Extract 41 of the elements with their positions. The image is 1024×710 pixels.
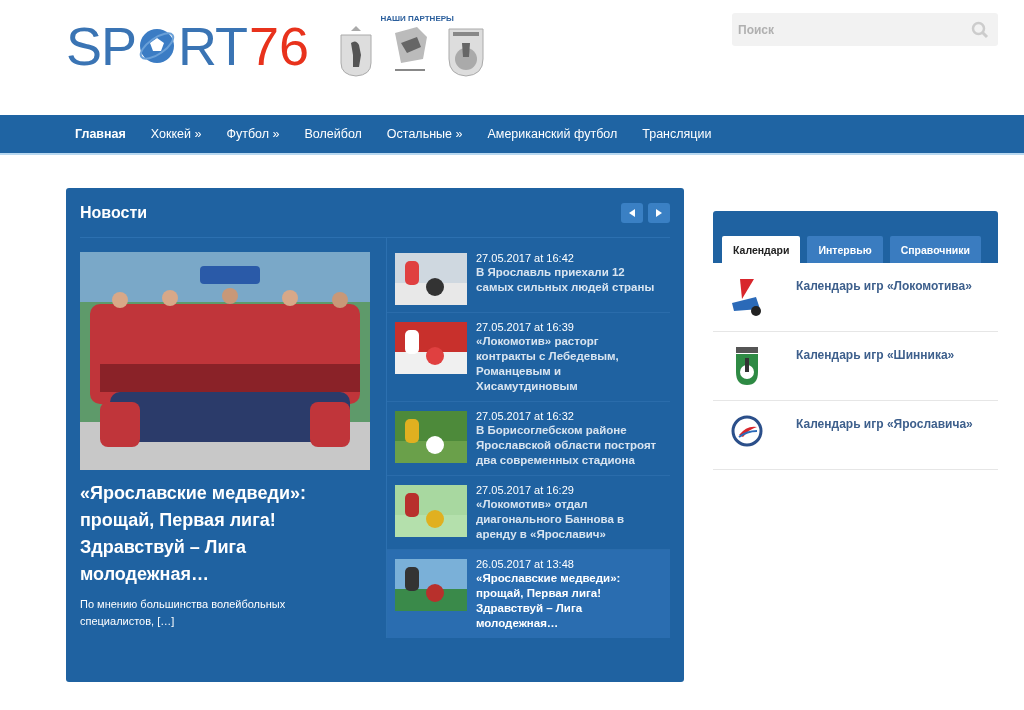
news-item[interactable]: 27.05.2017 at 16:29 «Локомотив» отдал диагонального Баннова в аренду в «Ярославич» (387, 476, 670, 550)
nav-link[interactable]: Футбол » (226, 127, 280, 141)
tab[interactable]: Календари (722, 236, 801, 263)
tab[interactable]: Интервью (807, 236, 883, 263)
news-title[interactable]: «Ярославские медведи»: прощай, Первая лига! Здравствуй – Лига молодежная… (476, 571, 660, 631)
nav-link[interactable]: Американский футбол (487, 127, 618, 141)
calendar-link[interactable]: Календарь игр «Локомотива» (796, 279, 972, 293)
bear-shield-icon[interactable] (339, 25, 374, 77)
news-date: 27.05.2017 at 16:32 (476, 409, 574, 423)
nav-link[interactable]: Остальные » (386, 127, 463, 141)
nav-link[interactable]: Трансляции (642, 127, 712, 141)
site-logo[interactable]: SP RT76 (66, 18, 310, 74)
news-title[interactable]: «Локомотив» расторг контракты с Лебедевым, Романцевым и Хисамутдиновым (476, 334, 660, 394)
calendar-link[interactable]: Календарь игр «Шинника» (796, 348, 955, 362)
news-title[interactable]: В Ярославль приехали 12 самых сильных людей страны (476, 265, 660, 295)
news-date: 27.05.2017 at 16:39 (476, 320, 574, 334)
news-item[interactable]: 27.05.2017 at 16:32 В Борисоглебском районе Ярославской области построят два современных стадиона (387, 402, 670, 476)
tab[interactable]: Справочники (889, 236, 981, 263)
news-item[interactable]: 27.05.2017 at 16:39 «Локомотив» расторг контракты с Лебедевым, Романцевым и Хисамутдиновым (387, 313, 670, 402)
nav-link[interactable]: Хоккей » (150, 127, 202, 141)
right-triangle-icon (656, 208, 662, 217)
news-date: 27.05.2017 at 16:29 (476, 483, 574, 497)
nav-link[interactable]: Главная (75, 127, 126, 141)
headline-link[interactable]: «Ярославские медведи»: прощай, Первая лига! Здравствуй – Лига молодежная… (80, 480, 370, 588)
nav-link[interactable]: Волейбол (304, 127, 362, 141)
left-triangle-icon (629, 208, 635, 217)
next-button[interactable] (648, 202, 670, 223)
club-shield-icon[interactable] (447, 25, 486, 77)
news-date: 26.05.2017 at 13:48 (476, 557, 574, 571)
team-logo-icon (729, 415, 765, 447)
excerpt: По мнению большинства волейбольных специалистов, […] (80, 597, 287, 629)
news-title[interactable]: В Борисоглебском районе Ярославской области построят два современных стадиона (476, 423, 660, 468)
calendar-link[interactable]: Календарь игр «Ярославича» (796, 417, 973, 431)
news-item[interactable]: 27.05.2017 at 16:42 В Ярославль приехали 12 самых сильных людей страны (387, 244, 670, 313)
news-title[interactable]: «Локомотив» отдал диагонального Баннова в аренду в «Ярославич» (476, 497, 660, 542)
news-item[interactable]: 26.05.2017 at 13:48 «Ярославские медведи»: прощай, Первая лига! Здравствуй – Лига молодежная… (387, 550, 670, 638)
news-date: 27.05.2017 at 16:42 (476, 251, 574, 265)
section-title: Новости (80, 203, 148, 222)
search-field[interactable]: Поиск (732, 13, 998, 46)
partners-label: НАШИ ПАРТНЕРЫ (380, 14, 454, 23)
previous-button[interactable] (621, 202, 643, 223)
